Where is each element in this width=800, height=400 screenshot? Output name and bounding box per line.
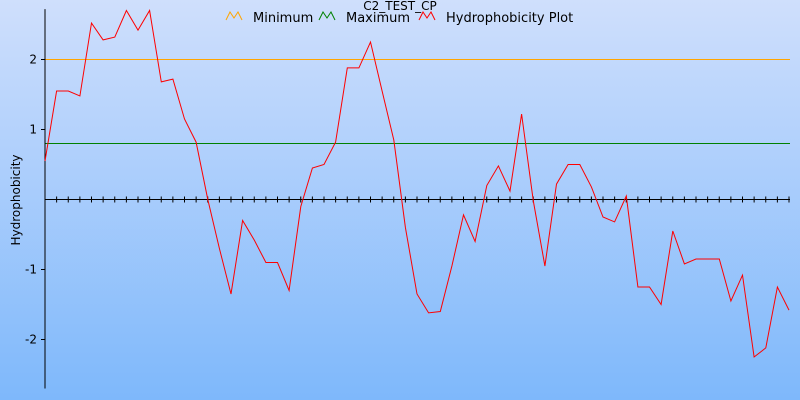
hydrophobicity-chart: C2_TEST_CP Minimum Maximum Hydrophobicit… [0,0,800,400]
y-tick-label: 1 [29,123,37,137]
y-tick-label: -1 [25,263,37,277]
y-tick-label: 2 [29,53,37,67]
legend-maximum-label: Maximum [346,11,410,26]
y-tick-label: -2 [25,333,37,347]
legend-minimum-label: Minimum [253,11,313,26]
legend: Minimum Maximum Hydrophobicity Plot [225,11,573,26]
legend-plot-label: Hydrophobicity Plot [446,11,573,26]
y-axis-label: Hydrophobicity [9,154,23,245]
